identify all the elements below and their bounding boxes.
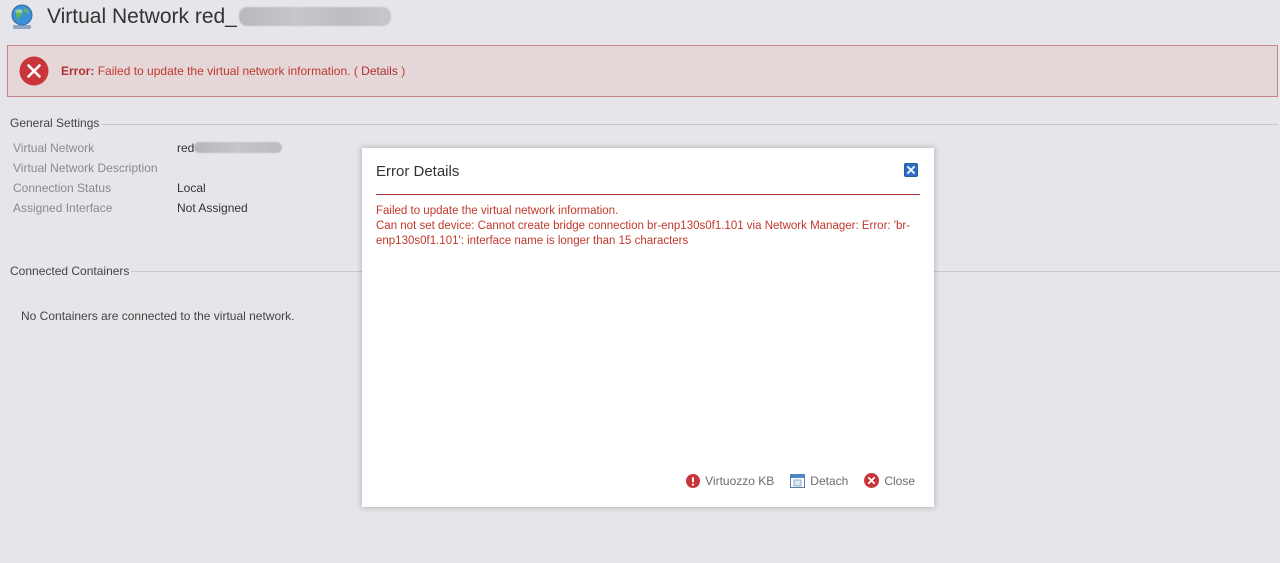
- section-divider: [934, 271, 1280, 272]
- exclamation-icon: [686, 473, 701, 488]
- detach-label: Detach: [810, 473, 849, 488]
- close-button[interactable]: Close: [864, 473, 915, 488]
- page-header: Virtual Network red_: [8, 0, 391, 34]
- error-message-paren: ): [401, 64, 406, 78]
- section-divider: [102, 124, 1278, 125]
- close-icon[interactable]: [904, 163, 918, 177]
- connected-containers-heading: Connected Containers: [10, 264, 130, 278]
- error-detail: Can not set device: Cannot create bridge…: [376, 220, 911, 247]
- prop-label-description: Virtual Network Description: [13, 161, 158, 175]
- prop-label-assigned-interface: Assigned Interface: [13, 201, 113, 215]
- prop-value-virtual-network: red: [177, 141, 283, 155]
- page: Virtual Network red_ Error: Failed to up…: [0, 0, 1280, 563]
- page-title: Virtual Network red_: [47, 5, 391, 29]
- prop-value-assigned-interface: Not Assigned: [177, 201, 248, 215]
- dialog-title: Error Details: [376, 163, 460, 180]
- redacted-value: [194, 142, 283, 153]
- redacted-name: [238, 7, 391, 26]
- virtuozzo-kb-button[interactable]: Virtuozzo KB: [686, 473, 775, 488]
- dialog-message: Failed to update the virtual network inf…: [376, 204, 916, 249]
- section-divider: [131, 271, 362, 272]
- detach-button[interactable]: Detach: [790, 473, 849, 488]
- error-details-dialog: Error Details Failed to update the virtu…: [362, 148, 934, 507]
- error-summary: Failed to update the virtual network inf…: [376, 205, 619, 217]
- empty-containers-message: No Containers are connected to the virtu…: [21, 309, 295, 323]
- error-label: Error:: [61, 64, 95, 78]
- window-icon: [790, 473, 806, 488]
- error-banner: Error: Failed to update the virtual netw…: [7, 45, 1278, 97]
- prop-value-connection-status: Local: [177, 181, 206, 195]
- prop-label-connection-status: Connection Status: [13, 181, 112, 195]
- error-message-text: Failed to update the virtual network inf…: [97, 64, 358, 78]
- kb-label: Virtuozzo KB: [705, 473, 775, 488]
- close-circle-icon: [864, 473, 880, 488]
- general-settings-heading: General Settings: [10, 116, 100, 130]
- dialog-divider: [376, 194, 920, 195]
- close-label: Close: [884, 473, 915, 488]
- prop-label-virtual-network: Virtual Network: [13, 141, 95, 155]
- error-x-icon: [19, 56, 49, 86]
- details-link[interactable]: Details: [361, 64, 398, 78]
- error-message: Error: Failed to update the virtual netw…: [61, 64, 405, 78]
- dialog-footer: Virtuozzo KB Detach Close: [686, 473, 915, 488]
- globe-network-icon: [8, 3, 36, 31]
